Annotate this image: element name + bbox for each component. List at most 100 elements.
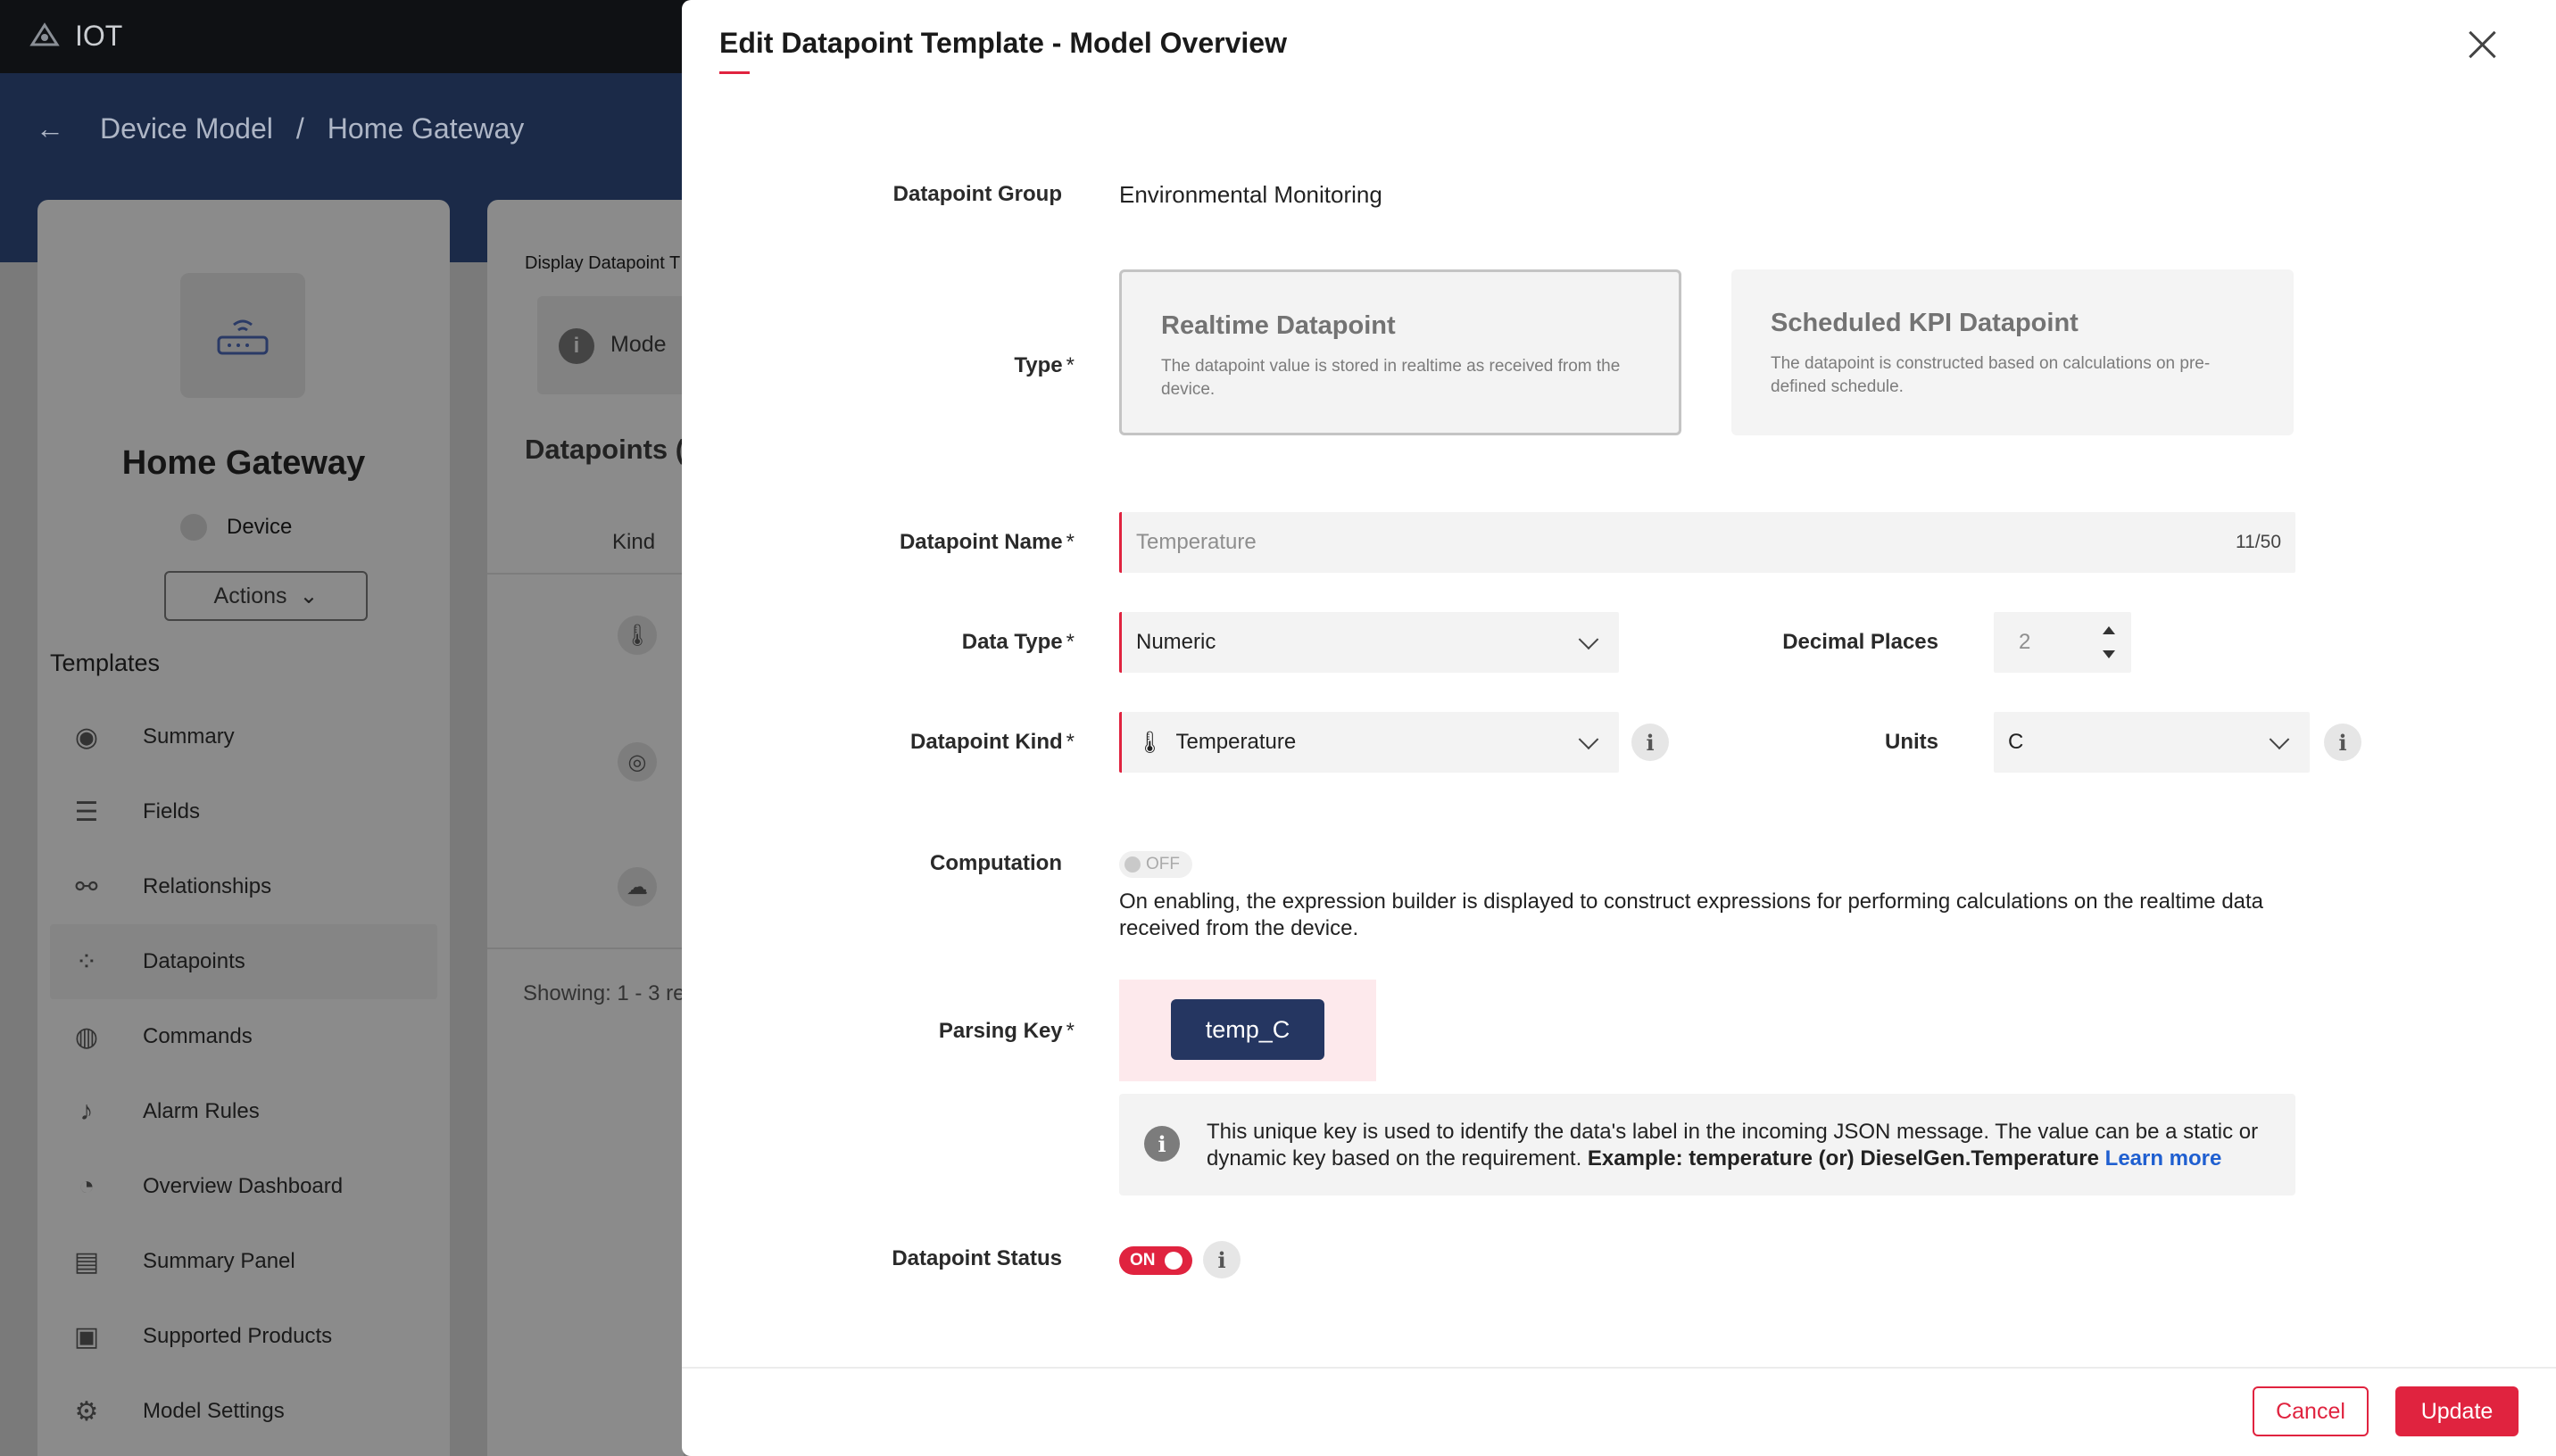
type-option-desc: The datapoint is constructed based on ca… — [1771, 354, 2211, 396]
data-type-label-text: Data Type — [961, 630, 1063, 654]
showing-prefix: Showing: — [523, 981, 611, 1005]
modal-title: Edit Datapoint Template - Model Overview — [719, 27, 1287, 59]
kind-label: Datapoint Kind * — [807, 730, 1075, 755]
datapoints-title: Datapoints ( — [525, 434, 684, 465]
units-value: C — [2008, 730, 2024, 754]
box-icon: ▣ — [73, 1321, 100, 1352]
sidebar-item-relationships[interactable]: ⚯ Relationships — [50, 849, 437, 924]
app-name: IOT — [75, 19, 123, 52]
update-button[interactable]: Update — [2395, 1386, 2519, 1436]
eye-icon: ◉ — [74, 722, 99, 752]
type-label: Type * — [807, 353, 1075, 378]
link-icon: ⚯ — [75, 872, 98, 902]
device-type-icon — [180, 514, 207, 541]
learn-more-link[interactable]: Learn more — [2105, 1146, 2222, 1171]
breadcrumb-current: Home Gateway — [327, 112, 525, 145]
group-label: Datapoint Group — [794, 182, 1062, 207]
info-icon: i — [559, 328, 594, 364]
breadcrumb: ← Device Model / Home Gateway — [36, 112, 524, 145]
close-icon[interactable] — [2465, 27, 2501, 62]
datapoints-panel: Display Datapoint T i Mode Datapoints ( … — [487, 200, 684, 1456]
decimal-places-stepper[interactable]: 2 — [1994, 612, 2131, 673]
decimal-places-value: 2 — [2019, 630, 2031, 654]
datapoint-status-toggle[interactable]: ON — [1119, 1246, 1192, 1275]
datapoint-kind-select[interactable]: 🌡 Temperature — [1119, 712, 1619, 773]
gear-icon: ⚙ — [74, 1396, 99, 1427]
units-info-icon[interactable]: i — [2324, 724, 2361, 761]
dashboard-icon: ◔ — [78, 1171, 95, 1201]
templates-title: Templates — [50, 649, 161, 676]
kind-label-text: Datapoint Kind — [910, 730, 1063, 754]
id-card-icon: ▤ — [73, 1246, 100, 1277]
group-label-text: Datapoint Group — [892, 182, 1062, 206]
parsing-key-label-text: Parsing Key — [938, 1019, 1063, 1043]
kind-info-icon[interactable]: i — [1631, 724, 1669, 761]
title-underline — [719, 71, 750, 74]
name-label-text: Datapoint Name — [899, 530, 1063, 554]
chevron-down-icon — [1578, 729, 1599, 750]
status-info-icon[interactable]: i — [1203, 1241, 1241, 1278]
required-mark: * — [1066, 730, 1075, 754]
required-mark: * — [1066, 530, 1075, 554]
templates-nav: ◉ Summary ☰ Fields ⚯ Relationships ⁘ Datapoi… — [50, 699, 437, 1449]
gauge-icon: ◎ — [618, 742, 657, 782]
router-icon — [180, 273, 305, 398]
sidebar-item-datapoints[interactable]: ⁘ Datapoints — [50, 924, 437, 999]
display-datapoint-label: Display Datapoint T — [525, 253, 681, 273]
back-arrow-icon[interactable]: ← — [36, 112, 64, 145]
type-option-realtime[interactable]: Realtime Datapoint The datapoint value i… — [1119, 269, 1681, 435]
table-divider — [487, 947, 684, 949]
datapoint-kind-value: Temperature — [1175, 730, 1297, 754]
toggle-knob — [1164, 1252, 1183, 1270]
computation-description: On enabling, the expression builder is d… — [1119, 889, 2264, 940]
sidebar-item-overview-dashboard[interactable]: ◔ Overview Dashboard — [50, 1149, 437, 1224]
datapoint-name-value: Temperature — [1136, 530, 1257, 554]
breadcrumb-separator: / — [295, 112, 304, 145]
app-logo[interactable]: IOT — [27, 18, 122, 54]
thermometer-icon: 🌡 — [618, 616, 657, 655]
sidebar-item-label: Commands — [143, 1024, 253, 1048]
computation-label: Computation — [930, 851, 1062, 875]
datapoint-name-input[interactable]: Temperature 11/50 — [1119, 512, 2295, 573]
sidebar-item-model-settings[interactable]: ⚙ Model Settings — [50, 1374, 437, 1449]
sidebar-item-supported-products[interactable]: ▣ Supported Products — [50, 1299, 437, 1374]
type-option-title: Realtime Datapoint — [1161, 311, 1396, 340]
units-select[interactable]: C — [1994, 712, 2310, 773]
sidebar-item-label: Model Settings — [143, 1399, 285, 1423]
info-icon: i — [1144, 1126, 1180, 1162]
decimal-places-label: Decimal Places — [1782, 630, 1938, 654]
actions-button[interactable]: Actions ⌄ — [164, 571, 368, 621]
parsing-key-label: Parsing Key * — [807, 1019, 1075, 1044]
stepper-down-icon[interactable] — [2103, 650, 2115, 658]
cancel-button[interactable]: Cancel — [2253, 1386, 2369, 1436]
cloud-icon: ☁ — [618, 867, 657, 906]
mode-text: Mode — [610, 332, 667, 357]
status-label: Datapoint Status — [892, 1246, 1062, 1270]
mode-selector[interactable]: i Mode — [537, 296, 684, 394]
actions-label: Actions — [213, 583, 287, 608]
sidebar-item-label: Relationships — [143, 874, 272, 898]
data-type-select[interactable]: Numeric — [1119, 612, 1619, 673]
char-counter: 11/50 — [2236, 532, 2281, 552]
breadcrumb-parent[interactable]: Device Model — [100, 112, 273, 145]
sidebar-item-fields[interactable]: ☰ Fields — [50, 774, 437, 849]
list-icon: ☰ — [74, 797, 99, 827]
data-type-label: Data Type * — [807, 630, 1075, 655]
sidebar-item-commands[interactable]: ◍ Commands — [50, 999, 437, 1074]
sidebar-item-label: Summary Panel — [143, 1249, 295, 1273]
group-value: Environmental Monitoring — [1119, 181, 1382, 208]
sidebar-item-alarm-rules[interactable]: ♪ Alarm Rules — [50, 1074, 437, 1149]
type-option-title: Scheduled KPI Datapoint — [1771, 309, 2079, 337]
sidebar-item-summary-panel[interactable]: ▤ Summary Panel — [50, 1224, 437, 1299]
sidebar-item-summary[interactable]: ◉ Summary — [50, 699, 437, 774]
parsing-key-chip[interactable]: temp_C — [1171, 999, 1324, 1060]
computation-toggle[interactable]: OFF — [1119, 851, 1192, 878]
units-label: Units — [1885, 730, 1938, 754]
stepper-up-icon[interactable] — [2103, 626, 2115, 634]
footer-divider — [682, 1367, 2556, 1369]
name-label: Datapoint Name * — [807, 530, 1075, 555]
device-card: Home Gateway Device Actions ⌄ Templates … — [37, 200, 450, 1456]
thermometer-icon: 🌡 — [1136, 730, 1164, 755]
showing-range: 1 - 3 re — [617, 981, 684, 1005]
type-option-scheduled-kpi[interactable]: Scheduled KPI Datapoint The datapoint is… — [1731, 269, 2294, 435]
